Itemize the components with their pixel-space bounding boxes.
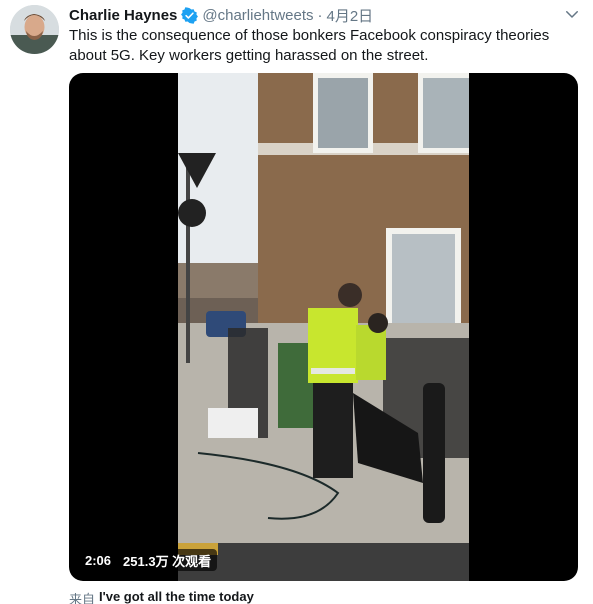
tweet-date[interactable]: 4月2日	[327, 5, 374, 26]
video-frame	[178, 73, 469, 581]
video-player[interactable]: 2:06 251.3万 次观看	[69, 73, 578, 581]
video-duration: 2:06	[85, 552, 112, 568]
tweet-header: Charlie Haynes @charliehtweets · 4月2日	[69, 5, 583, 25]
tweet-source: 来自 I've got all the time today	[69, 589, 254, 604]
avatar[interactable]	[10, 5, 59, 54]
video-info-overlay: 2:06 251.3万 次观看	[79, 549, 218, 571]
author-handle[interactable]: @charliehtweets	[202, 7, 313, 24]
avatar-image	[10, 5, 59, 54]
video-view-count: 251.3万 次观看	[123, 553, 212, 569]
author-name[interactable]: Charlie Haynes	[69, 7, 177, 24]
separator-dot: ·	[317, 6, 323, 24]
verified-badge-icon	[181, 6, 199, 24]
source-app-link[interactable]: I've got all the time today	[99, 589, 254, 604]
tweet-text: This is the consequence of those bonkers…	[69, 27, 550, 64]
source-prefix: 来自	[69, 592, 96, 604]
chevron-down-icon[interactable]	[563, 5, 581, 23]
